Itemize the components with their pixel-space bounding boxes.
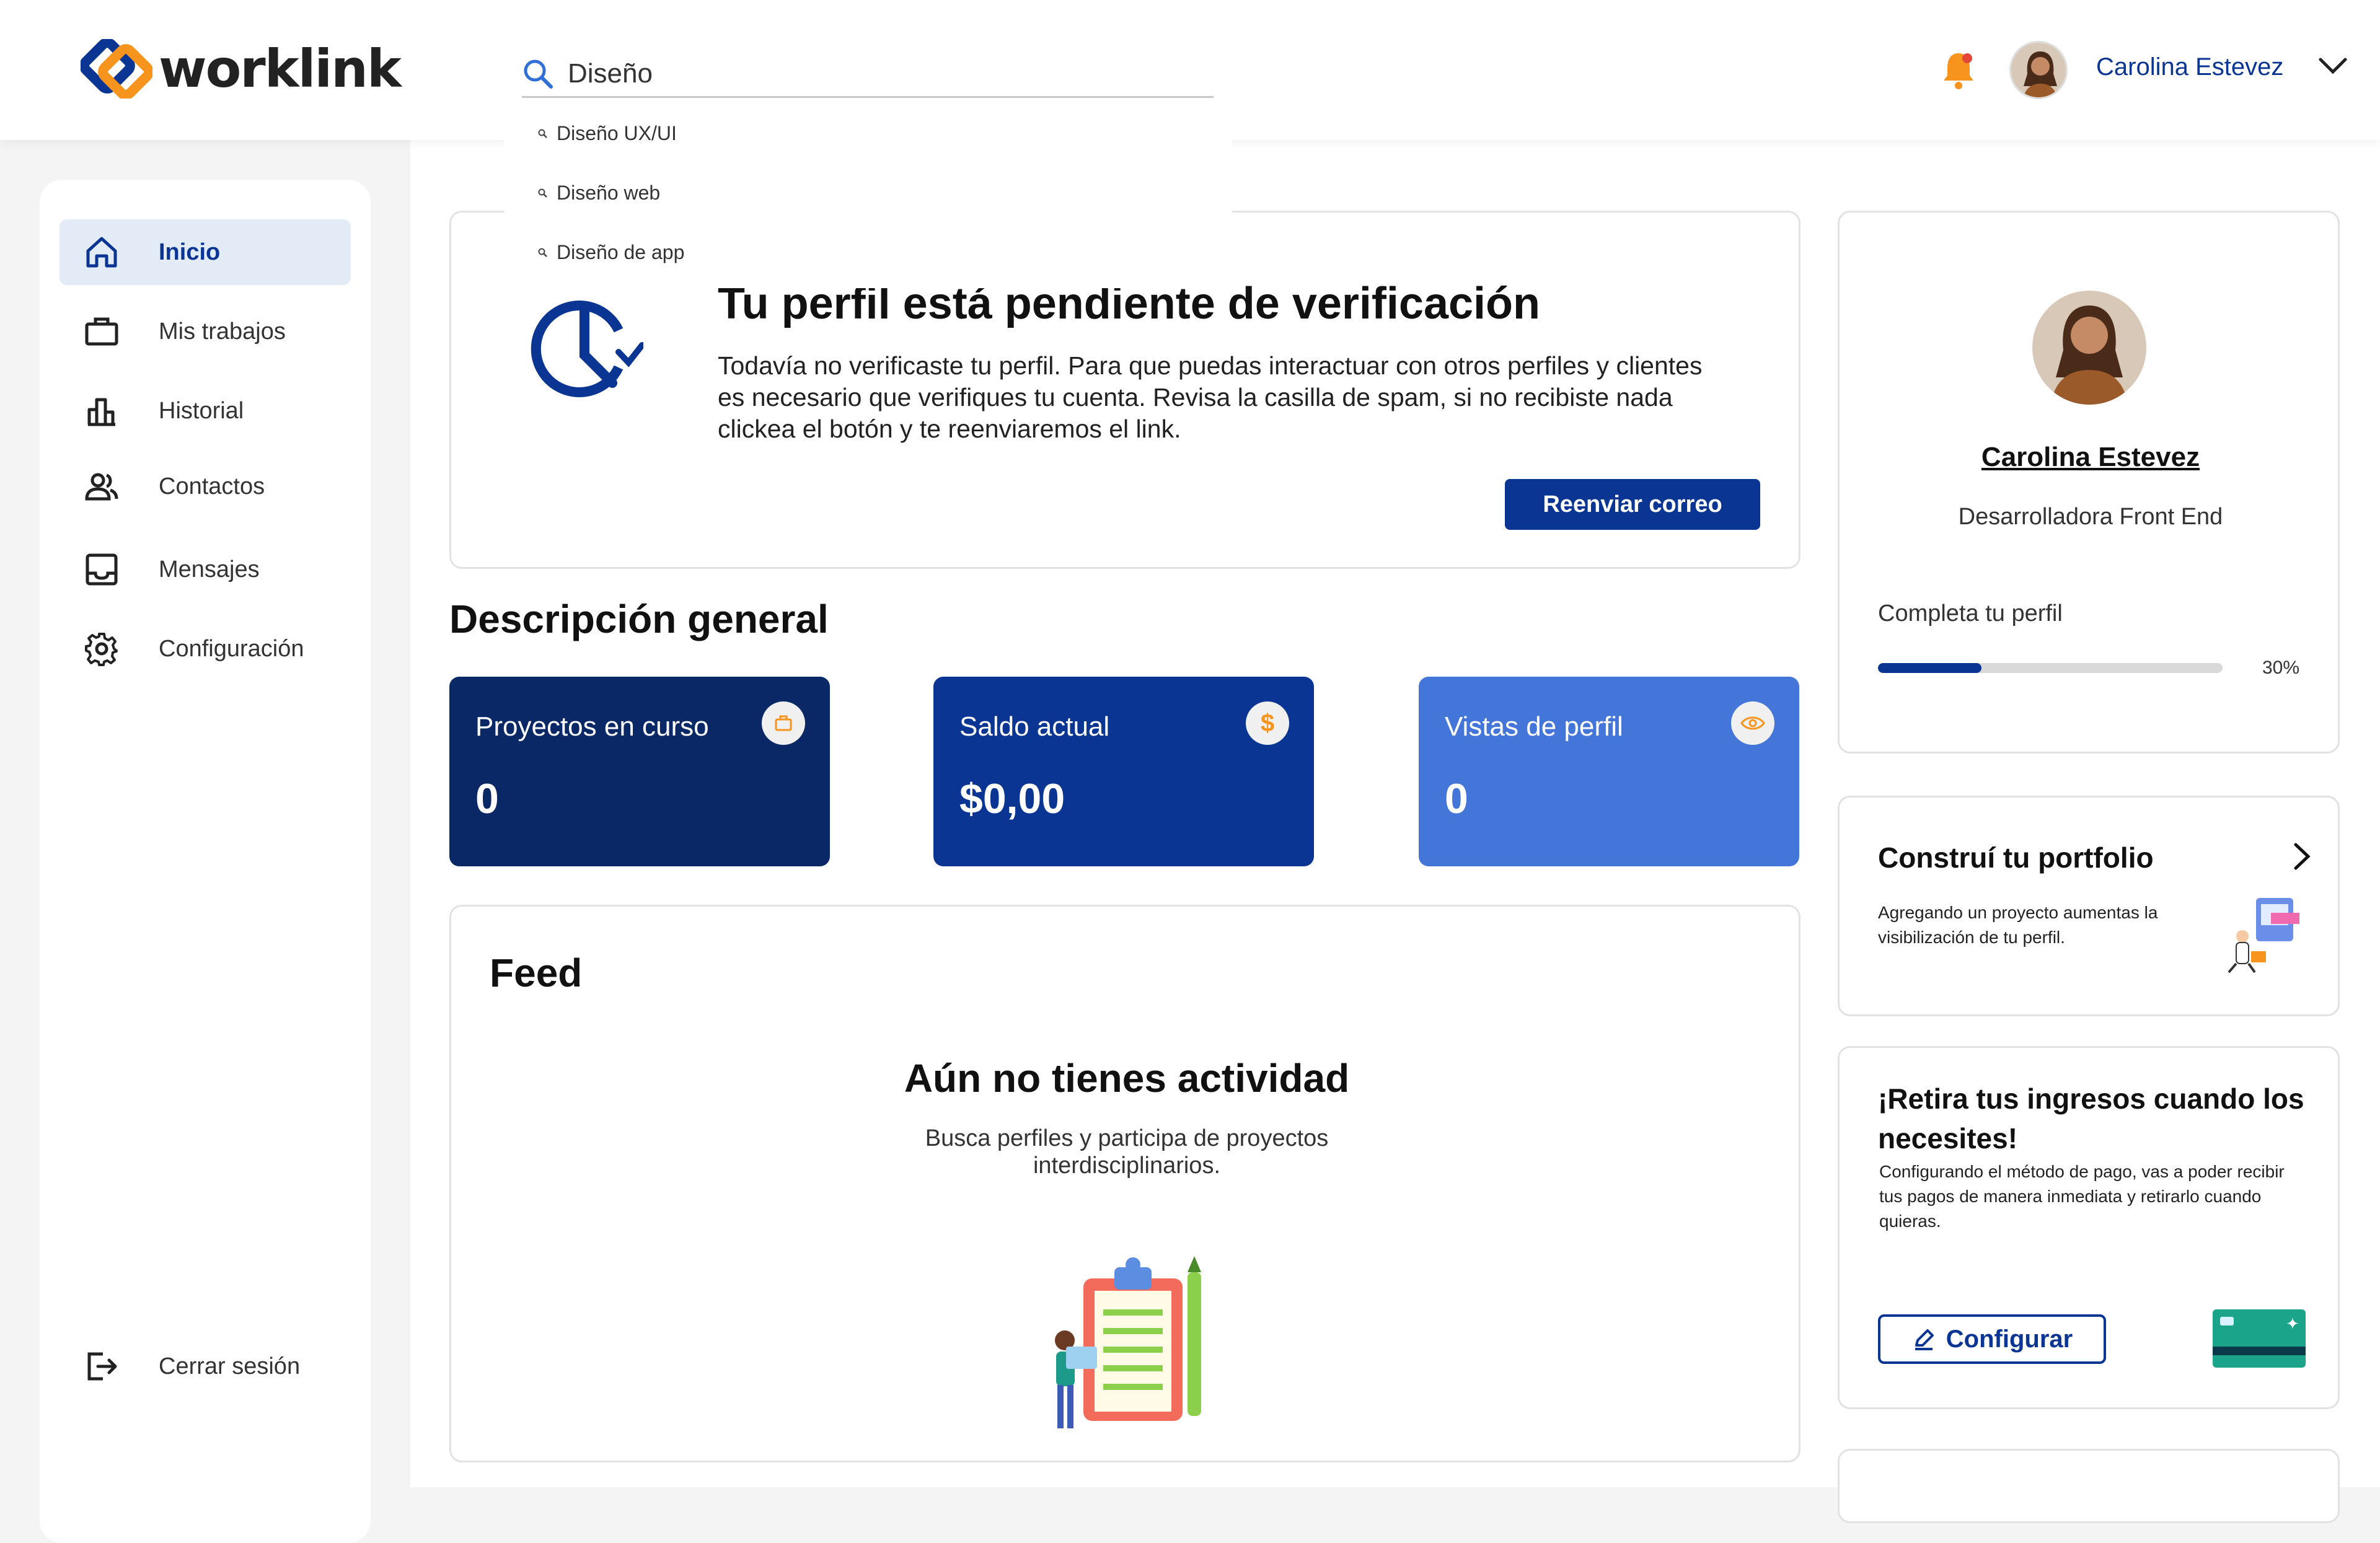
sidebar-item-label: Mensajes [159,556,260,582]
profile-progress-bar [1878,663,2223,673]
sidebar-item-mis-trabajos[interactable]: Mis trabajos [60,299,351,364]
sidebar: Inicio Mis trabajos Historial Contactos … [40,180,371,1543]
worklink-logo[interactable]: worklink [81,38,402,99]
search-icon [538,188,547,198]
search-bar[interactable] [522,51,1214,98]
configure-payment-button[interactable]: Configurar [1878,1314,2106,1364]
user-avatar[interactable] [2009,41,2068,99]
stat-label: Saldo actual [959,711,1110,742]
clipboard-illustration [1046,1254,1214,1443]
sidebar-item-label: Configuración [159,635,304,662]
stat-value: $0,00 [959,775,1065,822]
feed-card: Feed Aún no tienes actividad Busca perfi… [449,905,1800,1462]
stat-card-saldo[interactable]: Saldo actual $0,00 $ [933,677,1314,866]
svg-text:✦: ✦ [2286,1315,2299,1334]
profile-role: Desarrolladora Front End [1958,504,2223,530]
stat-value: 0 [475,775,499,822]
verification-text: Todavía no verificaste tu perfil. Para q… [718,351,1703,443]
logo-text: worklink [159,38,402,99]
stat-card-proyectos[interactable]: Proyectos en curso 0 [449,677,830,866]
search-icon [524,59,553,89]
search-suggestion[interactable]: Diseño UX/UI [538,122,677,145]
overview-title: Descripción general [449,597,829,641]
portfolio-card[interactable]: Construí tu portfolio Agregando un proye… [1838,796,2340,1016]
withdraw-card: ¡Retira tus ingresos cuando los necesite… [1838,1046,2340,1409]
portfolio-text: Agregando un proyecto aumentas la visibi… [1878,903,2158,947]
sidebar-item-inicio[interactable]: Inicio [60,219,351,285]
eye-icon [1731,701,1774,745]
withdraw-title: ¡Retira tus ingresos cuando los necesite… [1878,1083,2304,1154]
edit-icon [1915,1329,1934,1350]
profile-complete-label: Completa tu perfil [1878,600,2063,626]
briefcase-icon [82,312,121,351]
home-icon [82,232,121,272]
feed-title: Feed [490,951,583,995]
search-suggestion[interactable]: Diseño web [538,182,660,204]
profile-card: Carolina Estevez Desarrolladora Front En… [1838,211,2340,754]
bar-chart-icon [82,391,121,431]
gear-icon [82,629,121,669]
logout-icon [82,1347,121,1386]
extra-card [1838,1449,2340,1523]
profile-name[interactable]: Carolina Estevez [1840,442,2342,473]
search-icon [538,129,547,138]
stat-label: Vistas de perfil [1445,711,1623,742]
clock-icon [526,293,645,414]
profile-progress-fill [1878,663,1981,673]
withdraw-text: Configurando el método de pago, vas a po… [1879,1162,2285,1231]
sidebar-item-label: Inicio [159,239,221,265]
chevron-down-icon[interactable] [2318,57,2348,79]
sidebar-item-historial[interactable]: Historial [60,378,351,444]
feed-empty-title: Aún no tienes actividad [904,1056,1350,1101]
stat-value: 0 [1445,775,1468,822]
suggestion-label: Diseño de app [557,241,685,263]
sidebar-item-label: Contactos [159,473,265,499]
stat-card-vistas[interactable]: Vistas de perfil 0 [1419,677,1799,866]
notification-bell-icon[interactable] [1940,48,1977,95]
feed-empty-text: Busca perfiles y participa de proyectos … [925,1125,1329,1179]
sidebar-item-mensajes[interactable]: Mensajes [60,537,351,602]
sidebar-item-configuracion[interactable]: Configuración [60,616,351,682]
stat-label: Proyectos en curso [475,711,709,742]
portfolio-illustration [2218,890,2304,980]
sidebar-item-label: Mis trabajos [159,318,286,345]
profile-avatar[interactable] [2032,291,2146,405]
suggestion-label: Diseño web [557,182,661,204]
logout-button[interactable]: Cerrar sesión [60,1334,351,1399]
credit-card-icon: ✦ [2211,1308,2307,1373]
search-icon [538,248,547,257]
logo-icon [81,39,152,99]
sidebar-item-label: Historial [159,397,244,424]
profile-progress-percent: 30% [2262,657,2300,678]
search-suggestions: Diseño UX/UI Diseño web Diseño de app [504,108,1232,288]
dollar-icon: $ [1246,701,1289,745]
logout-label: Cerrar sesión [159,1353,301,1379]
search-input[interactable] [566,57,1124,90]
briefcase-icon [762,701,805,745]
sidebar-item-contactos[interactable]: Contactos [60,454,351,519]
resend-email-button[interactable]: Reenviar correo [1505,479,1760,530]
search-suggestion[interactable]: Diseño de app [538,241,684,264]
configure-label: Configurar [1946,1325,2073,1353]
inbox-icon [82,550,121,589]
user-name[interactable]: Carolina Estevez [2096,53,2283,81]
contacts-icon [82,467,121,506]
portfolio-title: Construí tu portfolio [1878,842,2154,874]
suggestion-label: Diseño UX/UI [557,122,677,144]
chevron-right-icon[interactable] [2291,841,2313,875]
